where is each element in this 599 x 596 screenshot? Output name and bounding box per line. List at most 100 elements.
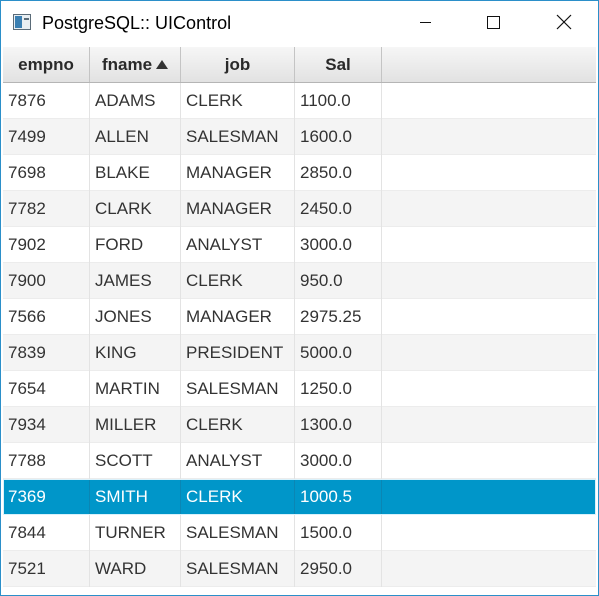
cell-sal: 1300.0 [295,407,382,443]
table-row[interactable]: 7934 MILLER CLERK 1300.0 [3,407,596,443]
cell-job: SALESMAN [181,119,295,155]
cell-sal: 2975.25 [295,299,382,335]
cell-filler [382,227,596,263]
column-header-label: Sal [325,54,351,74]
cell-job: PRESIDENT [181,335,295,371]
cell-fname: MILLER [90,407,181,443]
app-window: PostgreSQL:: UIControl empno fname job S… [0,0,599,596]
cell-job: ANALYST [181,443,295,479]
app-window-icon [13,14,31,30]
cell-sal: 1600.0 [295,119,382,155]
cell-empno: 7788 [3,443,90,479]
cell-job: SALESMAN [181,515,295,551]
cell-filler [382,335,596,371]
cell-job: MANAGER [181,299,295,335]
table-row[interactable]: 7521 WARD SALESMAN 2950.0 [3,551,596,587]
cell-filler [382,371,596,407]
column-header-empno[interactable]: empno [3,47,90,82]
cell-fname: JAMES [90,263,181,299]
window-title: PostgreSQL:: UIControl [42,13,232,33]
cell-sal: 2450.0 [295,191,382,227]
title-bar[interactable]: PostgreSQL:: UIControl [1,1,598,45]
table-row[interactable]: 7566 JONES MANAGER 2975.25 [3,299,596,335]
cell-fname: MARTIN [90,371,181,407]
cell-job: MANAGER [181,191,295,227]
column-header-label: empno [18,54,74,74]
cell-filler [382,515,596,551]
cell-fname: WARD [90,551,181,587]
table-row[interactable]: 7876 ADAMS CLERK 1100.0 [3,83,596,119]
column-header-label: job [224,54,251,74]
cell-filler [382,299,596,335]
column-header-sal[interactable]: Sal [295,47,382,82]
cell-job: CLERK [181,407,295,443]
close-icon [556,14,572,30]
cell-sal: 1000.5 [295,479,382,515]
cell-sal: 3000.0 [295,443,382,479]
column-header-job[interactable]: job [181,47,295,82]
cell-empno: 7844 [3,515,90,551]
table-row[interactable]: 7654 MARTIN SALESMAN 1250.0 [3,371,596,407]
table-row[interactable]: 7369 SMITH CLERK 1000.5 [3,479,596,515]
minimize-icon [419,21,431,23]
cell-filler [382,479,596,515]
cell-sal: 5000.0 [295,335,382,371]
column-header-fname[interactable]: fname [90,47,181,82]
close-button[interactable] [541,1,587,45]
cell-fname: CLARK [90,191,181,227]
cell-job: MANAGER [181,155,295,191]
maximize-icon [486,15,500,29]
cell-fname: ALLEN [90,119,181,155]
table-row[interactable]: 7698 BLAKE MANAGER 2850.0 [3,155,596,191]
cell-empno: 7902 [3,227,90,263]
table-row[interactable]: 7788 SCOTT ANALYST 3000.0 [3,443,596,479]
cell-sal: 3000.0 [295,227,382,263]
cell-sal: 2950.0 [295,551,382,587]
table-row[interactable]: 7900 JAMES CLERK 950.0 [3,263,596,299]
cell-empno: 7782 [3,191,90,227]
table-row[interactable]: 7902 FORD ANALYST 3000.0 [3,227,596,263]
cell-empno: 7369 [3,479,90,515]
cell-filler [382,443,596,479]
cell-sal: 1100.0 [295,83,382,119]
cell-sal: 950.0 [295,263,382,299]
minimize-button[interactable] [402,1,448,45]
table-row[interactable]: 7782 CLARK MANAGER 2450.0 [3,191,596,227]
cell-empno: 7566 [3,299,90,335]
cell-filler [382,119,596,155]
cell-sal: 2850.0 [295,155,382,191]
cell-filler [382,407,596,443]
cell-empno: 7900 [3,263,90,299]
maximize-button[interactable] [470,1,516,45]
cell-fname: BLAKE [90,155,181,191]
cell-filler [382,191,596,227]
table-row[interactable]: 7499 ALLEN SALESMAN 1600.0 [3,119,596,155]
cell-job: CLERK [181,263,295,299]
cell-filler [382,155,596,191]
cell-job: SALESMAN [181,551,295,587]
cell-job: CLERK [181,83,295,119]
cell-empno: 7698 [3,155,90,191]
cell-fname: FORD [90,227,181,263]
cell-fname: ADAMS [90,83,181,119]
cell-fname: TURNER [90,515,181,551]
cell-fname: JONES [90,299,181,335]
cell-empno: 7839 [3,335,90,371]
table-row[interactable]: 7839 KING PRESIDENT 5000.0 [3,335,596,371]
cell-empno: 7876 [3,83,90,119]
cell-sal: 1250.0 [295,371,382,407]
cell-empno: 7521 [3,551,90,587]
cell-job: CLERK [181,479,295,515]
cell-fname: SMITH [90,479,181,515]
table-row[interactable]: 7844 TURNER SALESMAN 1500.0 [3,515,596,551]
cell-empno: 7499 [3,119,90,155]
cell-filler [382,263,596,299]
cell-sal: 1500.0 [295,515,382,551]
table-header: empno fname job Sal [3,47,596,83]
cell-filler [382,551,596,587]
employee-table[interactable]: empno fname job Sal 7876 ADAMS CLERK 1100.0… [3,47,596,595]
column-header-label: fname [101,54,153,74]
cell-fname: KING [90,335,181,371]
cell-fname: SCOTT [90,443,181,479]
cell-job: SALESMAN [181,371,295,407]
